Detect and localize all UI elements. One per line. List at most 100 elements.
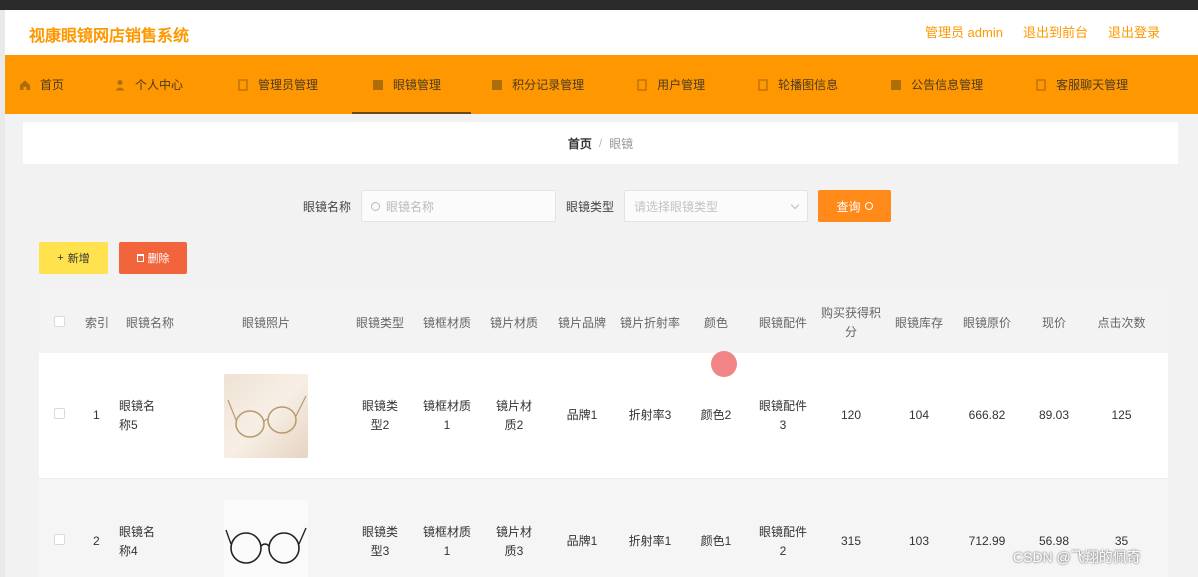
plus-icon: + [57,252,64,264]
column-header: 眼镜库存 [894,315,943,330]
table-row[interactable]: 1 眼镜名称5 眼镜类型2 镜框材质1 镜片材质2 品牌1 折射率3 颜色2 眼… [39,353,1168,479]
row-name: 眼镜名称5 [119,398,156,432]
nav-label: 个人中心 [135,78,184,92]
admin-label: 管理员 admin [924,25,1003,40]
row-accessory: 眼镜配件2 [759,524,808,558]
row-brand: 品牌1 [566,408,598,422]
nav-item-carousel[interactable]: 轮播图信息 [719,55,852,114]
document-icon [238,78,248,91]
row-color: 颜色2 [700,408,732,422]
row-color: 颜色1 [700,534,732,548]
name-search-label: 眼镜名称 [303,199,352,214]
row-clicks: 125 [1111,408,1132,422]
trash-icon [136,254,144,262]
column-header: 镜片材质 [489,315,538,330]
column-header: 点击次数 [1097,315,1146,330]
chevron-down-icon [790,200,800,209]
add-button-label: 新增 [67,253,90,265]
row-lens: 镜片材质2 [495,398,532,432]
app-frame: 视康眼镜网店销售系统 管理员 admin 退出到前台 退出登录 首页 个人中心 … [5,10,1198,577]
row-lens: 镜片材质3 [495,524,532,558]
breadcrumb-separator: / [598,136,603,150]
nav-item-points[interactable]: 积分记录管理 [471,55,598,114]
search-bar: 眼镜名称 眼镜名称 眼镜类型 请选择眼镜类型 查询 [303,190,892,222]
row-points: 315 [840,534,862,548]
grid-icon [492,79,503,90]
nav-label: 管理员管理 [258,78,319,92]
document-icon [758,78,768,91]
type-select[interactable]: 请选择眼镜类型 [624,190,809,222]
breadcrumb-current: 眼镜 [609,136,634,151]
breadcrumb-home[interactable]: 首页 [568,135,592,152]
name-search-placeholder: 眼镜名称 [386,199,435,214]
nav-label: 首页 [40,78,65,92]
breadcrumb: 首页 / 眼镜 [23,122,1178,164]
home-icon [20,80,30,90]
row-index: 2 [93,534,100,548]
glasses-table: 索引 眼镜名称 眼镜照片 眼镜类型 镜框材质 镜片材质 镜片品牌 镜片折射率 颜… [39,293,1168,577]
query-button-label: 查询 [836,199,861,214]
row-orig-price: 712.99 [968,534,1006,548]
table-row[interactable]: 2 眼镜名称4 眼镜类型3 镜框材质1 镜片材质3 品牌1 折射率1 颜色1 眼… [39,479,1168,577]
nav-label: 眼镜管理 [393,78,442,92]
column-header: 眼镜照片 [241,315,290,330]
header-actions: 管理员 admin 退出到前台 退出登录 [925,22,1160,41]
nav-item-users[interactable]: 用户管理 [598,55,719,114]
glasses-black-icon [225,527,307,564]
nav-label: 公告信息管理 [911,78,984,92]
row-type: 眼镜类型2 [361,398,398,432]
row-orig-price: 666.82 [968,408,1006,422]
nav-item-glasses[interactable]: 眼镜管理 [352,55,472,114]
nav-item-home[interactable]: 首页 [5,55,78,114]
row-photo-cell [185,499,347,577]
glasses-photo[interactable] [224,499,308,577]
select-all-checkbox[interactable] [53,315,65,327]
row-photo-cell [185,373,347,458]
column-header: 眼镜原价 [962,315,1011,330]
nav-item-chat[interactable]: 客服聊天管理 [997,55,1142,114]
row-brand: 品牌1 [566,534,598,548]
nav-item-admin[interactable]: 管理员管理 [197,55,332,114]
query-button[interactable]: 查询 [818,190,892,222]
column-header: 眼镜配件 [758,315,807,330]
document-icon [637,78,647,91]
search-icon [864,202,873,210]
nav-label: 客服聊天管理 [1056,78,1129,92]
row-refraction: 折射率1 [628,534,672,548]
column-header: 镜片品牌 [557,315,606,330]
nav-label: 用户管理 [657,78,706,92]
add-button[interactable]: + 新增 [39,242,108,274]
browser-top-strip [0,0,1198,10]
row-frame: 镜框材质1 [423,524,472,558]
delete-button-label: 删除 [147,253,170,265]
column-header: 镜框材质 [422,315,471,330]
logout-link[interactable]: 退出登录 [1108,22,1160,41]
row-stock: 103 [908,534,930,548]
column-header: 购买获得积分 [820,306,881,339]
row-refraction: 折射率3 [628,408,672,422]
column-header: 现价 [1041,315,1066,330]
row-name: 眼镜名称4 [119,524,156,558]
row-points: 120 [840,408,862,422]
nav-item-notices[interactable]: 公告信息管理 [852,55,997,114]
app-title: 视康眼镜网店销售系统 [29,28,190,45]
mouse-cursor-highlight [711,351,737,377]
user-icon [115,79,125,90]
row-index: 1 [93,408,100,422]
glasses-gold-icon [227,395,307,438]
row-checkbox[interactable] [53,534,65,545]
row-checkbox[interactable] [53,408,65,419]
name-search-input[interactable]: 眼镜名称 [361,190,557,222]
nav-item-profile[interactable]: 个人中心 [78,55,197,114]
column-header: 索引 [84,315,109,330]
main-nav: 首页 个人中心 管理员管理 眼镜管理 积分记录管理 用户管理 轮播图信息 公告信… [5,55,1198,114]
row-price: 89.03 [1038,408,1070,422]
delete-button[interactable]: 删除 [119,242,187,274]
glasses-photo[interactable] [224,373,308,458]
row-accessory: 眼镜配件3 [759,398,808,432]
column-header: 眼镜类型 [355,315,404,330]
row-type: 眼镜类型3 [361,524,398,558]
search-icon [371,201,381,211]
back-to-frontend-link[interactable]: 退出到前台 [1023,22,1088,41]
type-select-placeholder: 请选择眼镜类型 [634,199,719,214]
